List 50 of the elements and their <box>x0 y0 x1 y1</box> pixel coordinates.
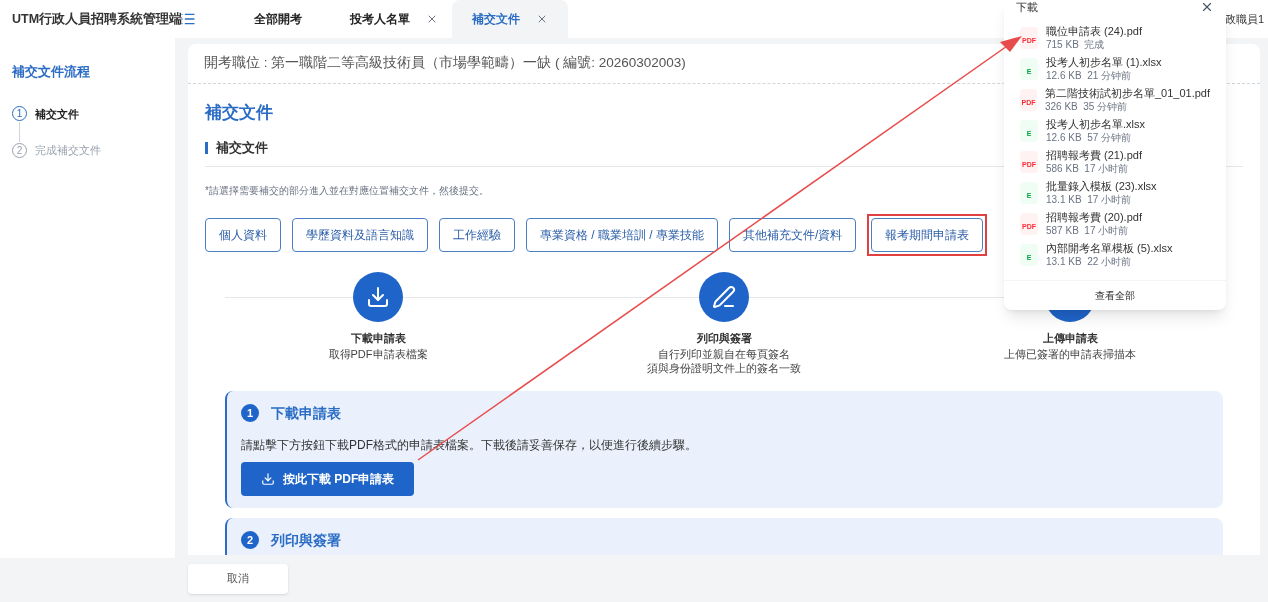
file-name: 招聘報考費 (20).pdf <box>1046 210 1142 224</box>
close-icon[interactable] <box>536 13 548 25</box>
step-title: 下載申請表 <box>350 331 406 346</box>
file-meta: 13.1 KB 22 小时前 <box>1046 255 1133 268</box>
category-button[interactable]: 專業資格 / 職業培訓 / 專業技能 <box>526 218 718 252</box>
tab[interactable]: 全部開考 <box>220 0 336 38</box>
file-meta: 12.6 KB 21 分钟前 <box>1046 69 1133 82</box>
cancel-button[interactable]: 取消 <box>188 563 288 594</box>
sidebar-title: 補交文件流程 <box>12 63 91 81</box>
card-title: 下載申請表 <box>271 403 341 423</box>
close-icon[interactable] <box>426 13 438 25</box>
step-description: 須與身份證明文件上的簽名一致 <box>647 360 801 375</box>
file-name: 職位申請表 (24).pdf <box>1046 24 1142 38</box>
pen-icon <box>712 285 736 309</box>
step-title: 上傳申請表 <box>1042 331 1098 346</box>
step-description: 上傳已簽署的申請表掃描本 <box>1004 346 1136 361</box>
step-description: 取得PDF申請表檔案 <box>328 346 428 361</box>
category-button[interactable]: 個人資料 <box>205 218 281 252</box>
hint-text: *請選擇需要補交的部分進入並在對應位置補交文件，然後提交。 <box>205 184 489 198</box>
app-name: UTM行政人員招聘系統管理端 <box>12 10 183 28</box>
card-title: 列印與簽署 <box>271 530 341 550</box>
file-meta: 12.6 KB 57 分钟前 <box>1046 131 1133 144</box>
download-button[interactable]: 按此下載 PDF申請表 <box>241 461 415 496</box>
file-name: 批量錄入模板 (23).xlsx <box>1046 179 1157 193</box>
tab[interactable]: 補交文件 <box>452 0 568 38</box>
file-meta: 587 KB 17 小时前 <box>1046 224 1130 237</box>
file-name: 第二階技術試初步名單_01_01.pdf <box>1044 86 1210 100</box>
step-title: 列印與簽署 <box>696 331 752 346</box>
download-icon <box>261 471 275 486</box>
category-button[interactable]: 其他補充文件/資料 <box>729 218 857 252</box>
close-icon[interactable] <box>1200 0 1214 14</box>
file-meta: 13.1 KB 17 小时前 <box>1046 193 1133 206</box>
file-name: 投考人初步名單.xlsx <box>1046 117 1145 131</box>
tab[interactable]: 投考人名單 <box>336 0 452 38</box>
card-number: 2 <box>241 531 259 549</box>
step-label[interactable]: 補交文件 <box>35 105 79 122</box>
panel-title: 下載 <box>1016 1 1038 13</box>
file-name: 內部開考名單模板 (5).xlsx <box>1046 241 1173 255</box>
card-number: 1 <box>241 404 259 422</box>
menu-icon[interactable] <box>180 11 196 27</box>
view-all-link[interactable]: 查看全部 <box>1095 288 1135 303</box>
file-meta: 586 KB 17 小时前 <box>1046 162 1130 175</box>
category-button[interactable]: 學歷資料及語言知識 <box>292 218 428 252</box>
step-description: 自行列印並親自在每頁簽名 <box>658 346 790 361</box>
file-name: 投考人初步名單 (1).xlsx <box>1046 55 1162 69</box>
page-title: 補交文件 <box>205 102 273 124</box>
file-meta: 326 KB 35 分钟前 <box>1044 100 1129 113</box>
download-icon <box>366 285 390 309</box>
category-button[interactable]: 報考期間申請表 <box>871 218 984 252</box>
category-button[interactable]: 工作經驗 <box>439 218 515 252</box>
